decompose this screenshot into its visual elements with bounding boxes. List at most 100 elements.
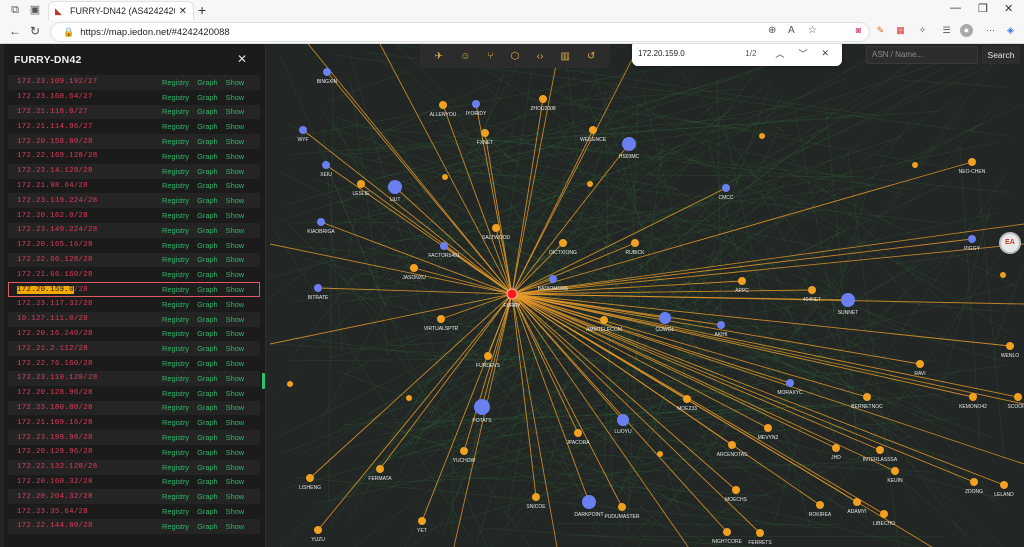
map-node[interactable] — [722, 184, 730, 192]
registry-link[interactable]: Registry — [162, 315, 189, 324]
graph-link[interactable]: Graph — [197, 374, 218, 383]
registry-link[interactable]: Registry — [162, 152, 189, 161]
graph-link[interactable]: Graph — [197, 418, 218, 427]
registry-link[interactable]: Registry — [162, 448, 189, 457]
map-node[interactable] — [1000, 481, 1008, 489]
registry-link[interactable]: Registry — [162, 477, 189, 486]
graph-link[interactable]: Graph — [197, 285, 218, 294]
cube-icon[interactable]: ⬡ — [511, 51, 520, 62]
map-node[interactable] — [659, 312, 671, 324]
show-link[interactable]: Show — [226, 403, 245, 412]
map-node[interactable] — [492, 224, 500, 232]
show-link[interactable]: Show — [226, 359, 245, 368]
map-node[interactable] — [622, 137, 636, 151]
map-node-dot[interactable] — [287, 381, 293, 387]
close-window-icon[interactable]: ✕ — [1004, 2, 1013, 15]
registry-link[interactable]: Registry — [162, 433, 189, 442]
registry-link[interactable]: Registry — [162, 122, 189, 131]
map-node[interactable] — [357, 180, 365, 188]
plane-icon[interactable]: ✈ — [435, 51, 443, 62]
map-node[interactable] — [618, 503, 626, 511]
graph-link[interactable]: Graph — [197, 181, 218, 190]
graph-link[interactable]: Graph — [197, 315, 218, 324]
graph-link[interactable]: Graph — [197, 78, 218, 87]
extensions-icon[interactable]: ✧ — [916, 24, 929, 37]
graph-link[interactable]: Graph — [197, 344, 218, 353]
tab-active[interactable]: ◣ FURRY-DN42 (AS4242420088) - D ✕ — [48, 1, 194, 20]
graph-link[interactable]: Graph — [197, 329, 218, 338]
show-link[interactable]: Show — [226, 418, 245, 427]
graph-icon[interactable]: ⑂ — [488, 51, 494, 62]
map-node[interactable] — [841, 293, 855, 307]
map-node[interactable] — [474, 399, 490, 415]
map-node[interactable] — [306, 474, 314, 482]
show-link[interactable]: Show — [226, 477, 245, 486]
show-link[interactable]: Show — [226, 211, 245, 220]
graph-link[interactable]: Graph — [197, 137, 218, 146]
map-node[interactable] — [968, 158, 976, 166]
registry-link[interactable]: Registry — [162, 241, 189, 250]
map-node-dot[interactable] — [759, 133, 765, 139]
refresh-icon[interactable]: ↻ — [30, 24, 40, 38]
map-node[interactable] — [532, 493, 540, 501]
map-node[interactable] — [631, 239, 639, 247]
map-node[interactable] — [388, 180, 402, 194]
graph-link[interactable]: Graph — [197, 167, 218, 176]
minimize-icon[interactable]: — — [950, 2, 961, 14]
show-link[interactable]: Show — [226, 107, 245, 116]
registry-link[interactable]: Registry — [162, 344, 189, 353]
show-link[interactable]: Show — [226, 196, 245, 205]
map-node[interactable] — [808, 286, 816, 294]
graph-link[interactable]: Graph — [197, 507, 218, 516]
sidebar-close-icon[interactable]: ✕ — [237, 52, 247, 66]
show-link[interactable]: Show — [226, 344, 245, 353]
show-link[interactable]: Show — [226, 285, 245, 294]
profile-avatar[interactable]: ● — [960, 24, 973, 37]
graph-link[interactable]: Graph — [197, 403, 218, 412]
restore-icon[interactable]: ❐ — [978, 2, 988, 15]
map-node[interactable] — [876, 446, 884, 454]
map-node-dot[interactable] — [1000, 272, 1006, 278]
registry-link[interactable]: Registry — [162, 300, 189, 309]
tab-actions-icon[interactable]: ▣ — [28, 3, 42, 17]
users-icon[interactable]: ☺ — [460, 51, 470, 62]
show-link[interactable]: Show — [226, 522, 245, 531]
graph-link[interactable]: Graph — [197, 389, 218, 398]
map-node[interactable] — [617, 414, 629, 426]
show-link[interactable]: Show — [226, 226, 245, 235]
map-node[interactable] — [756, 529, 764, 537]
graph-link[interactable]: Graph — [197, 477, 218, 486]
registry-link[interactable]: Registry — [162, 107, 189, 116]
map-node[interactable] — [322, 161, 330, 169]
map-node-dot[interactable] — [657, 451, 663, 457]
map-node[interactable] — [574, 429, 582, 437]
find-next-icon[interactable]: ﹀ — [798, 47, 807, 60]
show-link[interactable]: Show — [226, 167, 245, 176]
extension-red-icon[interactable]: ▦ — [894, 24, 907, 37]
tab-close-icon[interactable]: ✕ — [179, 6, 187, 17]
registry-link[interactable]: Registry — [162, 522, 189, 531]
graph-link[interactable]: Graph — [197, 522, 218, 531]
show-link[interactable]: Show — [226, 300, 245, 309]
graph-link[interactable]: Graph — [197, 226, 218, 235]
history-icon[interactable]: ↺ — [587, 51, 595, 62]
find-prev-icon[interactable]: ︿ — [775, 47, 784, 60]
graph-link[interactable]: Graph — [197, 433, 218, 442]
registry-link[interactable]: Registry — [162, 463, 189, 472]
code-icon[interactable]: ‹› — [537, 51, 544, 62]
map-node[interactable] — [437, 315, 445, 323]
show-link[interactable]: Show — [226, 507, 245, 516]
search-button[interactable]: Search — [982, 46, 1020, 64]
map-node[interactable] — [472, 100, 480, 108]
map-node[interactable] — [440, 242, 448, 250]
show-link[interactable]: Show — [226, 315, 245, 324]
map-node[interactable] — [314, 284, 322, 292]
show-link[interactable]: Show — [226, 492, 245, 501]
show-link[interactable]: Show — [226, 329, 245, 338]
map-node[interactable] — [916, 360, 924, 368]
map-node[interactable] — [970, 478, 978, 486]
registry-link[interactable]: Registry — [162, 359, 189, 368]
find-input[interactable]: 172.20.159.0 — [638, 49, 745, 58]
show-link[interactable]: Show — [226, 433, 245, 442]
new-tab-button[interactable]: + — [198, 2, 206, 18]
